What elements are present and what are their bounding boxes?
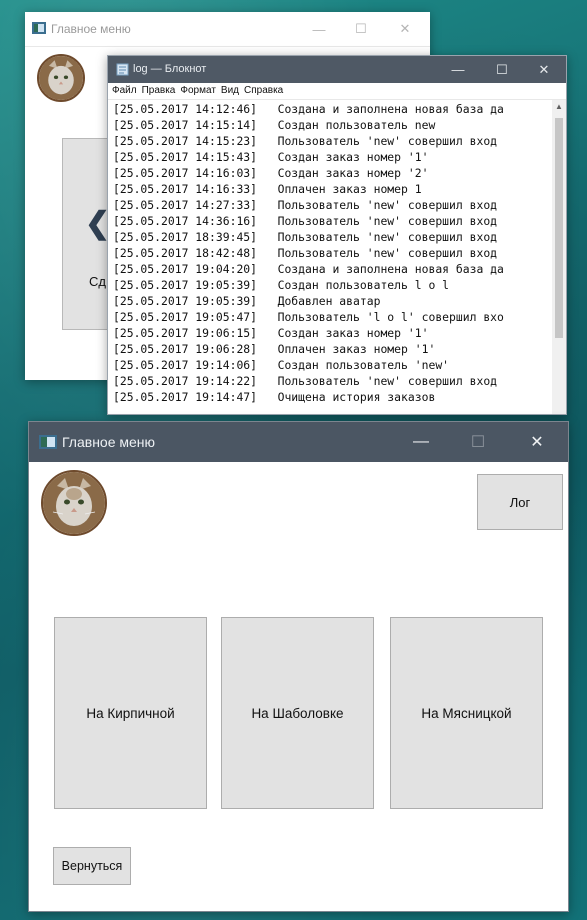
avatar	[37, 54, 85, 102]
log-line: [25.05.2017 19:14:06] Создан пользовател…	[113, 358, 450, 372]
maximize-button[interactable]: ☐	[340, 12, 382, 46]
notepad-text-area[interactable]: [25.05.2017 14:12:46] Создана и заполнен…	[108, 100, 552, 414]
log-line: [25.05.2017 19:05:47] Пользователь 'l o …	[113, 310, 504, 324]
log-line: [25.05.2017 14:27:33] Пользователь 'new'…	[113, 198, 498, 212]
log-line: [25.05.2017 19:14:47] Очищена история за…	[113, 390, 436, 404]
log-line: [25.05.2017 14:15:14] Создан пользовател…	[113, 118, 436, 132]
scrollbar-thumb[interactable]	[555, 118, 563, 338]
notepad-window: log — Блокнот — ☐ ✕ Файл Правка Формат В…	[107, 55, 567, 415]
notepad-titlebar[interactable]: log — Блокнот — ☐ ✕	[108, 56, 566, 83]
minimize-button[interactable]: —	[396, 422, 446, 462]
log-line: [25.05.2017 14:15:43] Создан заказ номер…	[113, 150, 429, 164]
back-window-title: Главное меню	[51, 22, 131, 36]
log-line: [25.05.2017 14:15:23] Пользователь 'new'…	[113, 134, 498, 148]
back-window-titlebar[interactable]: Главное меню — ☐ ✕	[25, 12, 430, 47]
close-button[interactable]: ✕	[522, 56, 566, 83]
menu-format[interactable]: Формат	[180, 83, 216, 99]
scroll-up-arrow-icon[interactable]: ▲	[552, 102, 566, 111]
menu-edit[interactable]: Правка	[142, 83, 176, 99]
main-window-title: Главное меню	[62, 434, 156, 450]
app-icon	[32, 22, 46, 34]
close-button[interactable]: ✕	[512, 422, 562, 462]
vertical-scrollbar[interactable]: ▲	[552, 100, 566, 414]
log-line: [25.05.2017 18:39:45] Пользователь 'new'…	[113, 230, 498, 244]
cat-avatar-icon	[39, 56, 83, 100]
log-line: [25.05.2017 19:06:15] Создан заказ номер…	[113, 326, 429, 340]
notepad-menubar: Файл Правка Формат Вид Справка	[108, 83, 566, 100]
menu-view[interactable]: Вид	[221, 83, 239, 99]
app-icon	[39, 435, 57, 449]
log-line: [25.05.2017 18:42:48] Пользователь 'new'…	[113, 246, 498, 260]
main-window-titlebar[interactable]: Главное меню — ☐ ✕	[29, 422, 568, 462]
maximize-button[interactable]: ☐	[480, 56, 524, 83]
partial-button-label: Сд	[89, 274, 106, 289]
store-kirpichnaya-button[interactable]: На Кирпичной	[54, 617, 207, 809]
log-line: [25.05.2017 14:16:33] Оплачен заказ номе…	[113, 182, 422, 196]
log-line: [25.05.2017 19:04:20] Создана и заполнен…	[113, 262, 504, 276]
notepad-icon	[116, 63, 129, 76]
log-line: [25.05.2017 14:16:03] Создан заказ номер…	[113, 166, 429, 180]
maximize-button[interactable]: ☐	[453, 422, 503, 462]
minimize-button[interactable]: —	[436, 56, 480, 83]
main-menu-window: Главное меню — ☐ ✕ Лог На Кирпичной На Ш…	[28, 421, 569, 912]
store-shabolovka-button[interactable]: На Шаболовке	[221, 617, 374, 809]
close-button[interactable]: ✕	[384, 12, 426, 46]
log-line: [25.05.2017 14:36:16] Пользователь 'new'…	[113, 214, 498, 228]
log-line: [25.05.2017 14:12:46] Создана и заполнен…	[113, 102, 504, 116]
minimize-button[interactable]: —	[298, 12, 340, 46]
log-line: [25.05.2017 19:05:39] Добавлен аватар	[113, 294, 381, 308]
log-line: [25.05.2017 19:06:28] Оплачен заказ номе…	[113, 342, 436, 356]
log-button[interactable]: Лог	[477, 474, 563, 530]
log-line: [25.05.2017 19:14:22] Пользователь 'new'…	[113, 374, 498, 388]
menu-help[interactable]: Справка	[244, 83, 283, 99]
notepad-title: log — Блокнот	[133, 63, 207, 75]
log-line: [25.05.2017 19:05:39] Создан пользовател…	[113, 278, 450, 292]
cat-avatar-icon	[43, 472, 105, 534]
avatar	[41, 470, 107, 536]
menu-file[interactable]: Файл	[112, 83, 137, 99]
back-button[interactable]: Вернуться	[53, 847, 131, 885]
store-myasnitskaya-button[interactable]: На Мясницкой	[390, 617, 543, 809]
